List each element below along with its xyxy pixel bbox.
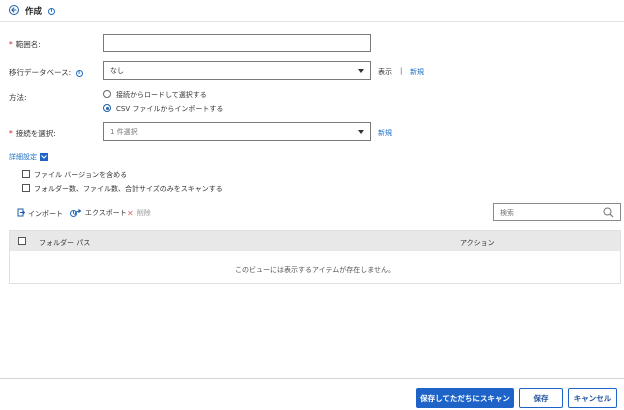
required-asterisk: * (9, 129, 13, 138)
migration-db-value: なし (110, 66, 124, 75)
scan-only-label: フォルダー数、ファイル数、合計サイズのみをスキャンする (34, 185, 223, 193)
new-db-link[interactable]: 新規 (410, 67, 424, 77)
range-name-label: * 範囲名: (9, 40, 41, 49)
table-header: フォルダー パス アクション (10, 231, 620, 251)
column-header-action: アクション (460, 239, 495, 247)
delete-x-icon: ✕ (127, 208, 134, 218)
show-link[interactable]: 表示 (378, 67, 392, 77)
method-label: 方法: (9, 93, 27, 102)
export-arrow-icon (74, 208, 82, 218)
save-button[interactable]: 保存 (519, 388, 563, 408)
connection-select[interactable]: 1 件選択 (103, 122, 371, 141)
required-asterisk: * (9, 40, 13, 49)
scan-only-checkbox[interactable] (22, 184, 30, 192)
dropdown-caret-icon (358, 69, 364, 73)
advanced-settings-toggle[interactable]: 詳細設定 (9, 152, 48, 162)
radio-import-csv[interactable] (103, 104, 111, 112)
range-name-input[interactable] (103, 34, 371, 52)
new-connection-link[interactable]: 新規 (378, 128, 392, 138)
cancel-button[interactable]: キャンセル (568, 388, 617, 408)
import-button[interactable]: インポート i (17, 208, 77, 219)
radio-csv-label: CSV ファイルからインポートする (116, 105, 224, 113)
import-icon (17, 208, 26, 219)
connection-value: 1 件選択 (110, 127, 138, 136)
search-icon[interactable] (603, 207, 614, 220)
empty-message: このビューには表示するアイテムが存在しません。 (234, 266, 396, 274)
include-versions-checkbox[interactable] (22, 170, 30, 178)
migration-db-select[interactable]: なし (103, 61, 371, 80)
delete-button[interactable]: ✕ 削除 (127, 208, 151, 218)
include-versions-label: ファイル バージョンを含める (34, 171, 128, 179)
dropdown-caret-icon (358, 130, 364, 134)
page-header: 作成 i (0, 0, 624, 22)
search-box[interactable] (493, 203, 621, 221)
save-and-scan-button[interactable]: 保存してただちにスキャン (416, 388, 514, 408)
column-header-folder-path[interactable]: フォルダー パス (39, 238, 90, 248)
info-icon[interactable]: i (75, 69, 83, 77)
info-icon[interactable]: i (47, 8, 55, 15)
back-arrow-icon[interactable] (9, 5, 19, 15)
folder-table: フォルダー パス アクション このビューには表示するアイテムが存在しません。 (9, 230, 621, 284)
radio-load-label: 接続からロードして選択する (116, 91, 207, 99)
page-title: 作成 i (25, 5, 55, 17)
export-button[interactable]: エクスポート (74, 208, 127, 218)
radio-load-from-connection[interactable] (103, 90, 111, 98)
migration-db-label: 移行データベース: i (9, 67, 83, 78)
chevron-down-icon (40, 153, 48, 161)
search-input[interactable] (498, 206, 602, 220)
select-all-checkbox[interactable] (18, 237, 26, 245)
footer-bar: 保存してただちにスキャン 保存 キャンセル (0, 378, 624, 410)
link-separator: | (400, 67, 403, 75)
connection-label: * 接続を選択: (9, 129, 56, 138)
